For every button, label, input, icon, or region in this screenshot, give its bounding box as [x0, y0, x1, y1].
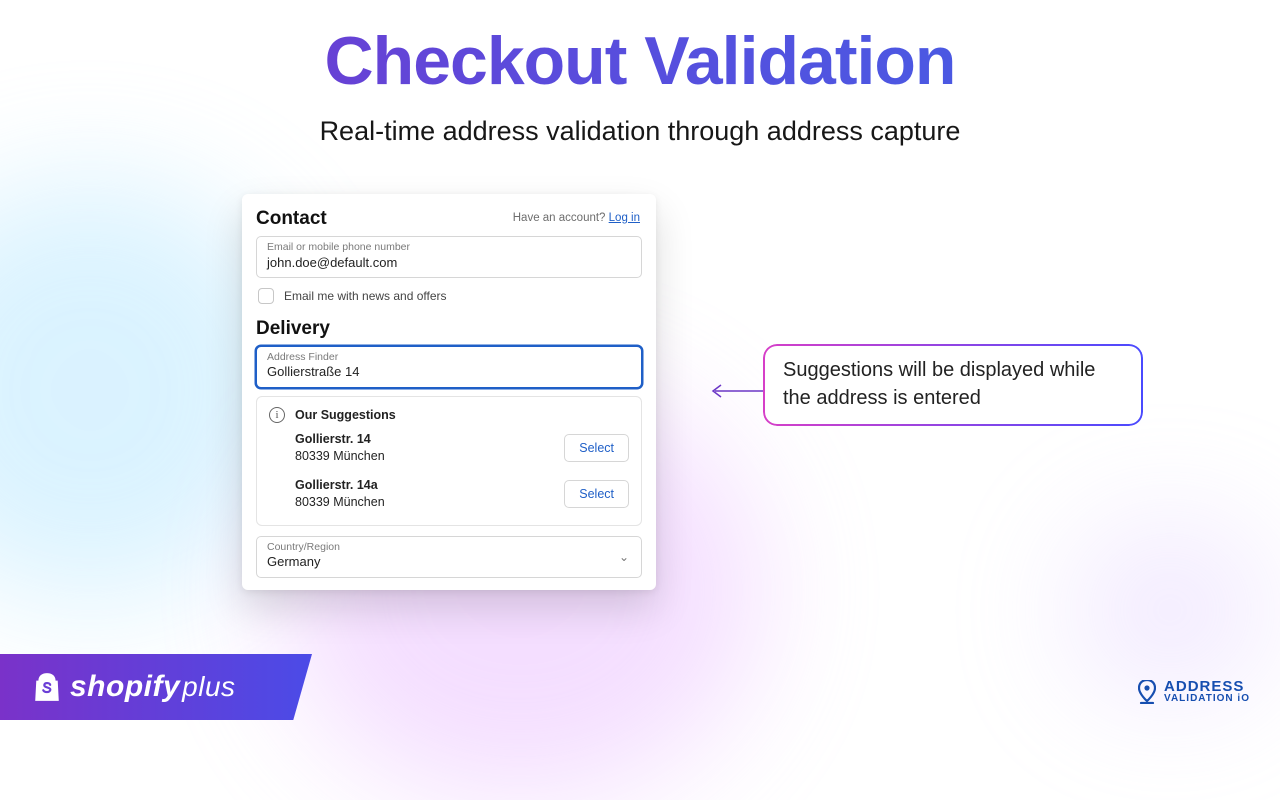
avio-line1: ADDRESS: [1164, 679, 1250, 694]
suggestions-title: Our Suggestions: [295, 408, 396, 422]
suggestion-line1: Gollierstr. 14: [295, 431, 385, 448]
select-button[interactable]: Select: [564, 434, 629, 462]
delivery-heading: Delivery: [256, 318, 642, 340]
account-prompt: Have an account? Log in: [513, 212, 640, 224]
info-icon: i: [269, 407, 285, 423]
email-field[interactable]: Email or mobile phone number john.doe@de…: [256, 236, 642, 278]
address-validation-io-logo: ADDRESS VALIDATION iO: [1138, 679, 1250, 704]
checkbox-box-icon: [258, 288, 274, 304]
chevron-down-icon: ⌄: [619, 550, 629, 564]
page-subhead: Real-time address validation through add…: [0, 116, 1280, 147]
address-finder-input[interactable]: Address Finder: [256, 346, 642, 389]
email-label: Email or mobile phone number: [267, 242, 631, 254]
callout-bubble: Suggestions will be displayed while the …: [763, 344, 1143, 426]
shopify-plus-text: shopifyplus: [70, 670, 236, 704]
shopify-plus-badge: shopifyplus: [0, 654, 312, 720]
suggestion-line2: 80339 München: [295, 494, 385, 511]
avio-line2: VALIDATION iO: [1164, 694, 1250, 704]
page-headline: Checkout Validation: [0, 22, 1280, 100]
address-finder-label: Address Finder: [267, 352, 631, 364]
country-label: Country/Region: [267, 542, 631, 554]
suggestion-row: Gollierstr. 14a 80339 München Select: [269, 469, 629, 515]
suggestion-line2: 80339 München: [295, 448, 385, 465]
country-select[interactable]: Country/Region Germany ⌄: [256, 536, 642, 578]
suggestion-line1: Gollierstr. 14a: [295, 477, 385, 494]
callout-arrow-icon: [707, 381, 763, 401]
email-value: john.doe@default.com: [267, 255, 631, 271]
suggestion-row: Gollierstr. 14 80339 München Select: [269, 423, 629, 469]
suggestions-panel: i Our Suggestions Gollierstr. 14 80339 M…: [256, 396, 642, 526]
shopify-bag-icon: [34, 672, 60, 702]
map-pin-icon: [1138, 680, 1156, 704]
select-button[interactable]: Select: [564, 480, 629, 508]
country-value: Germany: [267, 554, 631, 570]
news-checkbox-label: Email me with news and offers: [284, 289, 447, 303]
address-finder-value[interactable]: [267, 364, 631, 379]
login-link[interactable]: Log in: [609, 212, 640, 224]
news-checkbox[interactable]: Email me with news and offers: [258, 288, 642, 304]
checkout-card: Contact Have an account? Log in Email or…: [242, 194, 656, 590]
